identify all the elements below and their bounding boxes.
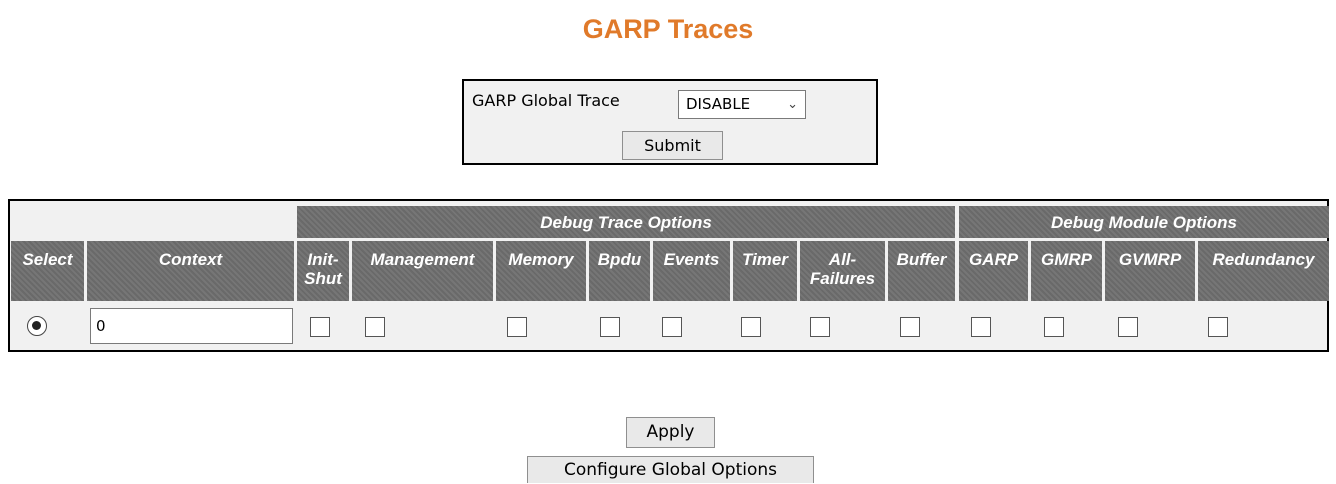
col-init-shut-line1: Init-: [307, 250, 339, 269]
col-garp: GARP: [959, 241, 1028, 301]
chevron-down-icon: ⌄: [787, 97, 798, 112]
radio-selected-dot: [32, 321, 41, 330]
header-blank: [11, 206, 287, 238]
col-bpdu: Bpdu: [589, 241, 650, 301]
global-trace-select[interactable]: DISABLE ⌄: [678, 90, 806, 119]
col-all-failures-line1: All-: [828, 250, 857, 269]
management-checkbox[interactable]: [365, 317, 385, 337]
col-context: Context: [87, 241, 294, 301]
memory-checkbox[interactable]: [507, 317, 527, 337]
events-checkbox[interactable]: [662, 317, 682, 337]
apply-button[interactable]: Apply: [626, 417, 715, 448]
global-trace-panel: GARP Global Trace DISABLE ⌄ Submit: [462, 79, 878, 165]
all-failures-checkbox[interactable]: [810, 317, 830, 337]
configure-global-options-button[interactable]: Configure Global Options: [527, 456, 814, 483]
col-redundancy: Redundancy: [1198, 241, 1329, 301]
col-init-shut-line2: Shut: [304, 269, 342, 288]
col-timer: Timer: [733, 241, 797, 301]
page-title: GARP Traces: [582, 14, 754, 44]
gmrp-checkbox[interactable]: [1044, 317, 1064, 337]
col-gvmrp: GVMRP: [1105, 241, 1195, 301]
context-input[interactable]: 0: [90, 308, 293, 344]
col-memory: Memory: [496, 241, 586, 301]
col-management: Management: [352, 241, 493, 301]
buffer-checkbox[interactable]: [900, 317, 920, 337]
redundancy-checkbox[interactable]: [1208, 317, 1228, 337]
trace-options-table: Debug Trace Options Debug Module Options…: [8, 199, 1329, 352]
col-events: Events: [653, 241, 730, 301]
row-select-radio[interactable]: [27, 316, 47, 336]
col-select: Select: [11, 241, 84, 301]
timer-checkbox[interactable]: [741, 317, 761, 337]
gvmrp-checkbox[interactable]: [1118, 317, 1138, 337]
bpdu-checkbox[interactable]: [600, 317, 620, 337]
col-all-failures: All- Failures: [800, 241, 885, 301]
col-gmrp: GMRP: [1031, 241, 1102, 301]
global-trace-select-value: DISABLE: [686, 95, 751, 113]
global-trace-label: GARP Global Trace: [472, 91, 620, 110]
col-all-failures-line2: Failures: [809, 269, 876, 288]
header-debug-trace-options: Debug Trace Options: [297, 206, 955, 238]
init-shut-checkbox[interactable]: [310, 317, 330, 337]
col-init-shut: Init- Shut: [297, 241, 349, 301]
submit-button[interactable]: Submit: [622, 131, 723, 160]
garp-checkbox[interactable]: [971, 317, 991, 337]
header-debug-module-options: Debug Module Options: [959, 206, 1329, 238]
col-buffer: Buffer: [888, 241, 955, 301]
